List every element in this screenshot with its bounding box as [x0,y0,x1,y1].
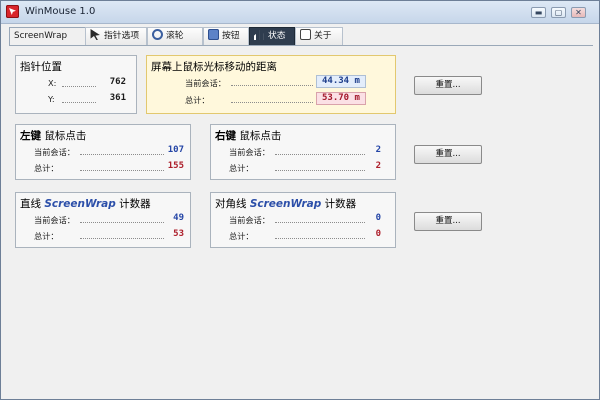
line-total-value: 53 [173,229,184,239]
tab-buttons[interactable]: 按钮 [203,27,249,45]
right-session-value: 2 [375,145,381,155]
reset-distance-button[interactable]: 重置... [414,76,482,95]
title-rest: 鼠标点击 [236,130,282,142]
dot-leader [62,85,96,87]
title-bar: WinMouse 1.0 ▬ ▢ ✕ [1,1,599,24]
dot-leader [275,237,365,239]
wheel-icon [152,29,163,40]
dot-leader [80,237,164,239]
reset-clicks-button[interactable]: 重置... [414,145,482,164]
tab-label: 滚轮 [166,31,184,41]
title-post: 计数器 [115,198,151,210]
panel-title: 对角线 ScreenWrap 计数器 [215,196,356,211]
tab-label: 按钮 [222,31,240,41]
tab-wheel[interactable]: 滚轮 [147,27,203,45]
panel-title: 右键 鼠标点击 [215,128,281,143]
total-label: 总计： [34,163,59,173]
dot-leader [275,221,365,223]
tab-label: 指针选项 [104,31,140,41]
tab-divider [9,45,593,46]
title-strong: 右键 [215,130,236,142]
line-session-value: 49 [173,213,184,223]
right-click-panel: 右键 鼠标点击 当前会话： 2 总计： 2 [210,124,396,180]
dot-leader [231,101,313,103]
pointer-position-panel: 指针位置 X: 762 Y: 361 [15,55,137,114]
dot-leader [62,101,96,103]
diag-total-value: 0 [375,229,381,239]
total-label: 总计： [34,231,59,241]
app-window: WinMouse 1.0 ▬ ▢ ✕ ScreenWrap 指针选项 滚轮 按钮… [0,0,600,400]
left-session-value: 107 [167,145,184,155]
about-icon [300,29,311,40]
panel-title: 左键 鼠标点击 [20,128,86,143]
session-distance-value: 44.34 m [316,75,366,88]
panel-title: 屏幕上鼠标光标移动的距离 [151,61,277,73]
panel-title: 指针位置 [20,61,62,73]
diagonal-screenwrap-panel: 对角线 ScreenWrap 计数器 当前会话： 0 总计： 0 [210,192,396,248]
tab-pointer-options[interactable]: 指针选项 [85,27,147,45]
dot-leader [80,221,164,223]
y-label: Y: [48,94,55,104]
window-title: WinMouse 1.0 [25,6,96,17]
dot-leader [275,169,365,171]
session-label: 当前会话： [229,147,270,157]
right-total-value: 2 [375,161,381,171]
x-label: X: [48,78,57,88]
line-screenwrap-panel: 直线 ScreenWrap 计数器 当前会话： 49 总计： 53 [15,192,191,248]
title-em: ScreenWrap [249,198,322,210]
minimize-button[interactable]: ▬ [531,7,546,18]
reset-screenwrap-button[interactable]: 重置... [414,212,482,231]
dot-leader [275,153,365,155]
x-value: 762 [109,77,126,87]
title-post: 计数器 [321,198,357,210]
total-label: 总计： [229,231,254,241]
left-total-value: 155 [167,161,184,171]
tab-about[interactable]: 关于 [295,27,343,45]
tab-label: 状态 [268,31,286,41]
session-label: 当前会话： [34,147,75,157]
distance-panel: 屏幕上鼠标光标移动的距离 当前会话： 44.34 m 总计： 53.70 m [146,55,396,114]
y-value: 361 [109,93,126,103]
dot-leader [80,153,164,155]
diag-session-value: 0 [375,213,381,223]
dot-leader [231,84,313,86]
title-strong: 左键 [20,130,41,142]
left-click-panel: 左键 鼠标点击 当前会话： 107 总计： 155 [15,124,191,180]
total-distance-value: 53.70 m [316,92,366,105]
total-label: 总计： [229,163,254,173]
tab-screenwrap[interactable]: ScreenWrap [9,27,89,45]
close-button[interactable]: ✕ [571,7,586,18]
tab-label: ScreenWrap [14,31,68,41]
session-label: 当前会话： [185,78,226,88]
title-em: ScreenWrap [44,198,116,210]
total-label: 总计： [185,95,210,105]
title-rest: 鼠标点击 [41,130,87,142]
session-label: 当前会话： [229,215,270,225]
app-logo-icon [6,5,19,18]
mouse-button-icon [208,29,219,40]
title-pre: 直线 [20,198,45,210]
panel-title: 直线 ScreenWrap 计数器 [20,196,151,211]
dot-leader [80,169,164,171]
tab-status[interactable]: 状态 [249,27,295,45]
tab-label: 关于 [314,31,332,41]
bar-chart-icon [254,30,265,40]
pointer-icon [90,29,100,40]
title-pre: 对角线 [215,198,250,210]
session-label: 当前会话： [34,215,75,225]
maximize-button[interactable]: ▢ [551,7,566,18]
